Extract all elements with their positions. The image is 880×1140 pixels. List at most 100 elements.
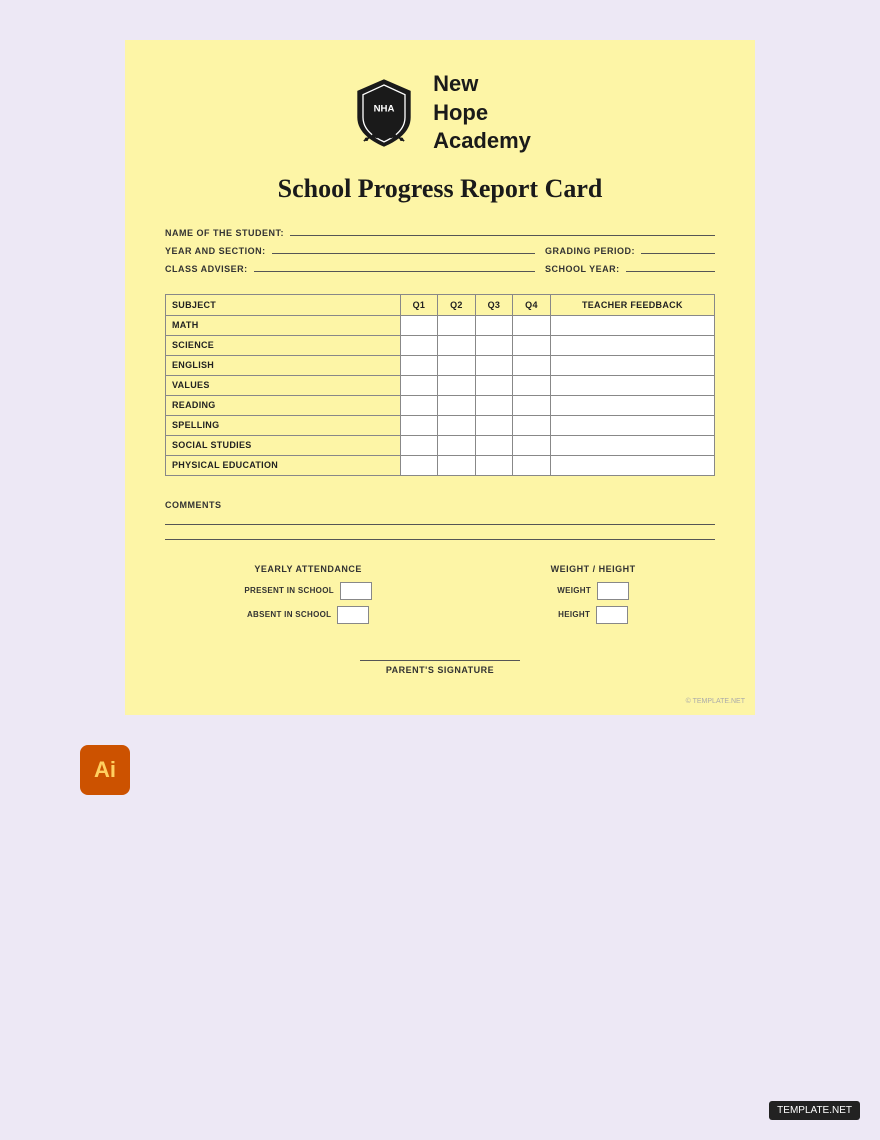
adviser-group: CLASS ADVISER: xyxy=(165,264,535,274)
subject-cell-0: MATH xyxy=(166,315,401,335)
header: NHA New Hope Academy xyxy=(165,70,715,156)
feedback-header: TEACHER FEEDBACK xyxy=(550,294,714,315)
q4-cell-1 xyxy=(513,335,551,355)
school-year-group: SCHOOL YEAR: xyxy=(545,264,715,274)
q3-cell-3 xyxy=(475,375,513,395)
ai-text: Ai xyxy=(94,757,116,783)
q2-cell-0 xyxy=(438,315,476,335)
q2-cell-5 xyxy=(438,415,476,435)
q2-header: Q2 xyxy=(438,294,476,315)
feedback-cell-1 xyxy=(550,335,714,355)
q2-cell-6 xyxy=(438,435,476,455)
comments-section: COMMENTS xyxy=(165,500,715,540)
q3-cell-7 xyxy=(475,455,513,475)
signature-line xyxy=(360,660,520,661)
comment-line-2 xyxy=(165,539,715,540)
app-icon-wrapper: Ai xyxy=(80,745,130,795)
q4-cell-7 xyxy=(513,455,551,475)
svg-text:NHA: NHA xyxy=(374,103,395,114)
table-row: VALUES xyxy=(166,375,715,395)
comment-line-1 xyxy=(165,524,715,525)
q3-cell-0 xyxy=(475,315,513,335)
feedback-cell-4 xyxy=(550,395,714,415)
q3-cell-2 xyxy=(475,355,513,375)
q2-cell-2 xyxy=(438,355,476,375)
q1-cell-1 xyxy=(400,335,438,355)
height-box xyxy=(596,606,628,624)
q4-cell-0 xyxy=(513,315,551,335)
weight-row: WEIGHT xyxy=(557,582,629,600)
subject-cell-1: SCIENCE xyxy=(166,335,401,355)
q3-cell-4 xyxy=(475,395,513,415)
q4-cell-2 xyxy=(513,355,551,375)
feedback-cell-7 xyxy=(550,455,714,475)
q4-cell-3 xyxy=(513,375,551,395)
name-line xyxy=(290,235,715,236)
height-label: HEIGHT xyxy=(558,610,590,619)
report-title: School Progress Report Card xyxy=(165,174,715,204)
q3-header: Q3 xyxy=(475,294,513,315)
table-row: SPELLING xyxy=(166,415,715,435)
school-logo: NHA xyxy=(349,78,419,148)
page-wrapper: NHA New Hope Academy School Progress Rep… xyxy=(0,40,880,795)
q1-cell-2 xyxy=(400,355,438,375)
grading-line xyxy=(641,253,715,254)
feedback-cell-3 xyxy=(550,375,714,395)
subject-cell-6: SOCIAL STUDIES xyxy=(166,435,401,455)
feedback-cell-5 xyxy=(550,415,714,435)
q1-cell-0 xyxy=(400,315,438,335)
year-label: YEAR AND SECTION: xyxy=(165,246,266,256)
subject-cell-5: SPELLING xyxy=(166,415,401,435)
present-label: PRESENT IN SCHOOL xyxy=(244,586,334,595)
table-row: PHYSICAL EDUCATION xyxy=(166,455,715,475)
q4-cell-6 xyxy=(513,435,551,455)
template-badge: TEMPLATE.NET xyxy=(769,1101,860,1120)
grading-group: GRADING PERIOD: xyxy=(545,246,715,256)
absent-row: ABSENT IN SCHOOL xyxy=(247,606,369,624)
year-grading-row: YEAR AND SECTION: GRADING PERIOD: xyxy=(165,246,715,256)
feedback-cell-2 xyxy=(550,355,714,375)
q2-cell-1 xyxy=(438,335,476,355)
school-year-label: SCHOOL YEAR: xyxy=(545,264,620,274)
adviser-line xyxy=(254,271,535,272)
adviser-year-row: CLASS ADVISER: SCHOOL YEAR: xyxy=(165,264,715,274)
school-year-line xyxy=(626,271,715,272)
grades-table: SUBJECT Q1 Q2 Q3 Q4 TEACHER FEEDBACK MAT… xyxy=(165,294,715,476)
comments-label: COMMENTS xyxy=(165,500,715,510)
q2-cell-4 xyxy=(438,395,476,415)
subject-cell-3: VALUES xyxy=(166,375,401,395)
subject-header: SUBJECT xyxy=(166,294,401,315)
name-row: NAME OF THE STUDENT: xyxy=(165,228,715,238)
bottom-info: YEARLY ATTENDANCE PRESENT IN SCHOOL ABSE… xyxy=(165,564,715,630)
table-row: MATH xyxy=(166,315,715,335)
present-row: PRESENT IN SCHOOL xyxy=(244,582,372,600)
table-row: SOCIAL STUDIES xyxy=(166,435,715,455)
absent-box xyxy=(337,606,369,624)
weight-height-section: WEIGHT / HEIGHT WEIGHT HEIGHT xyxy=(551,564,636,630)
year-line xyxy=(272,253,535,254)
height-row: HEIGHT xyxy=(558,606,628,624)
q3-cell-1 xyxy=(475,335,513,355)
q2-cell-7 xyxy=(438,455,476,475)
weight-box xyxy=(597,582,629,600)
attendance-title: YEARLY ATTENDANCE xyxy=(254,564,362,574)
table-row: SCIENCE xyxy=(166,335,715,355)
info-section: NAME OF THE STUDENT: YEAR AND SECTION: G… xyxy=(165,228,715,274)
subject-cell-2: ENGLISH xyxy=(166,355,401,375)
school-name: New Hope Academy xyxy=(433,70,531,156)
weight-height-title: WEIGHT / HEIGHT xyxy=(551,564,636,574)
q4-header: Q4 xyxy=(513,294,551,315)
weight-label: WEIGHT xyxy=(557,586,591,595)
q3-cell-5 xyxy=(475,415,513,435)
attendance-section: YEARLY ATTENDANCE PRESENT IN SCHOOL ABSE… xyxy=(244,564,372,630)
subject-cell-7: PHYSICAL EDUCATION xyxy=(166,455,401,475)
q1-cell-3 xyxy=(400,375,438,395)
q1-cell-5 xyxy=(400,415,438,435)
q2-cell-3 xyxy=(438,375,476,395)
q1-cell-6 xyxy=(400,435,438,455)
subject-cell-4: READING xyxy=(166,395,401,415)
signature-label: PARENT'S SIGNATURE xyxy=(386,665,494,675)
q4-cell-4 xyxy=(513,395,551,415)
table-row: READING xyxy=(166,395,715,415)
q3-cell-6 xyxy=(475,435,513,455)
